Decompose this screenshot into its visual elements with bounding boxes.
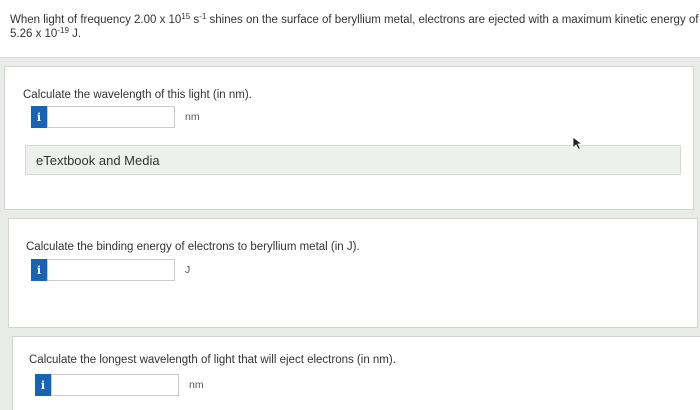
energy-exponent: -19 (57, 26, 69, 35)
intro-text-d: J. (68, 28, 82, 40)
question-text: Calculate the longest wavelength of ligh… (29, 354, 396, 366)
info-icon[interactable]: i (35, 374, 51, 396)
answer-input[interactable] (51, 374, 179, 396)
answer-row: i nm (31, 106, 200, 128)
unit-label: J (185, 264, 191, 276)
info-icon[interactable]: i (31, 259, 47, 281)
answer-input[interactable] (47, 106, 175, 128)
mouse-pointer-icon (572, 136, 584, 150)
question-part-1: Calculate the wavelength of this light (… (4, 66, 694, 210)
info-icon[interactable]: i (31, 106, 47, 128)
frequency-exponent: 15 (181, 12, 191, 21)
question-text: Calculate the wavelength of this light (… (23, 89, 252, 101)
problem-statement: When light of frequency 2.00 x 1015 s-1 … (0, 0, 700, 58)
question-part-3: Calculate the longest wavelength of ligh… (12, 336, 700, 410)
intro-text-a: When light of frequency 2.00 x 10 (10, 14, 182, 26)
intro-text-b: s (190, 14, 200, 26)
unit-label: nm (185, 111, 200, 123)
question-text: Calculate the binding energy of electron… (26, 241, 360, 253)
question-part-2: Calculate the binding energy of electron… (8, 218, 698, 328)
answer-input[interactable] (47, 259, 175, 281)
answer-row: i nm (35, 374, 204, 396)
answer-row: i J (31, 259, 190, 281)
unit-label: nm (189, 379, 204, 391)
